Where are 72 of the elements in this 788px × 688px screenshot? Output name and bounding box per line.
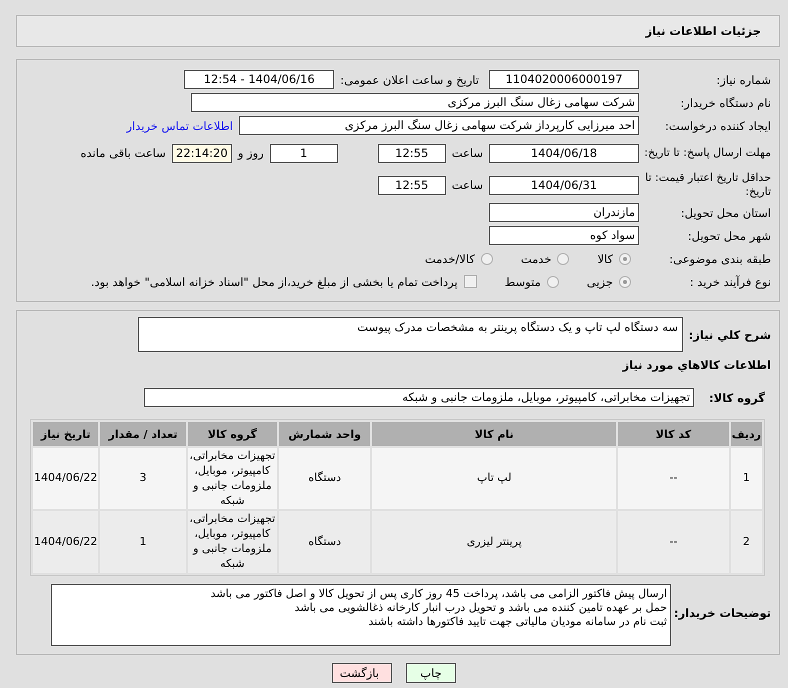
column-header: تعداد / مقدار	[100, 422, 186, 446]
column-header: کد کالا	[618, 422, 729, 446]
table-cell: 1	[100, 511, 186, 573]
field-label: تاریخ و ساعت اعلان عمومی:	[340, 72, 479, 86]
date-field: 1404/06/18	[489, 144, 639, 162]
back-button[interactable]: بازگشت	[332, 662, 392, 683]
column-header: ردیف	[730, 422, 762, 446]
section-title: اطلاعات کالاهاي مورد نياز	[621, 357, 772, 374]
print-button[interactable]: چاپ	[406, 662, 456, 683]
field-label: گروه کالا:	[708, 390, 766, 404]
time-field: 12:55	[378, 176, 446, 194]
table-cell: تجهیزات مخابراتی، کامپیوتر، موبایل، ملزومات جانبی و شبکه	[188, 448, 278, 510]
field-label: روز و	[238, 146, 264, 160]
page-title: جزئیات اطلاعات نیاز	[645, 24, 761, 38]
checkbox[interactable]	[464, 275, 477, 288]
time-field: 12:55	[378, 144, 446, 162]
province-field: مازندران	[489, 203, 639, 222]
buyer-org-field: شرکت سهامی زغال سنگ البرز مرکزی	[191, 93, 639, 112]
table-cell: 1404/06/22	[33, 511, 98, 573]
table-cell: 1404/06/22	[33, 448, 98, 510]
radio-button[interactable]	[546, 276, 559, 288]
radio-label: کالا/خدمت	[424, 252, 475, 266]
table-cell: 3	[100, 448, 186, 510]
remaining-time-field: 22:14:20	[172, 144, 232, 162]
need-number-field: 1104020006000197	[489, 70, 639, 89]
radio-button[interactable]	[557, 252, 570, 264]
field-label: طبقه بندی موضوعی:	[668, 252, 772, 266]
field-label: استان محل تحویل:	[680, 206, 772, 220]
radio-button[interactable]	[480, 252, 493, 264]
days-field: 1	[270, 144, 338, 162]
note-line: ثبت نام در سامانه مودیان مالیاتی جهت تایید فاکتورها داشته باشند	[368, 614, 667, 629]
table-cell: تجهیزات مخابراتی، کامپیوتر، موبایل، ملزومات جانبی و شبکه	[188, 511, 278, 573]
field-label: ایجاد کننده درخواست:	[664, 118, 772, 132]
field-label: ساعت باقی مانده	[80, 146, 166, 160]
radio-label: خدمت	[520, 252, 552, 266]
announce-date-field: 1404/06/16 - 12:54	[184, 70, 334, 89]
table-cell: 2	[730, 511, 762, 573]
table-cell: --	[618, 511, 729, 573]
goods-group-field: تجهیزات مخابراتی، کامپیوتر، موبایل، ملزومات جانبی و شبکه	[144, 388, 694, 407]
field-label: ساعت	[452, 178, 483, 192]
date-field: 1404/06/31	[489, 176, 639, 194]
field-label: شماره نیاز:	[715, 72, 772, 86]
field-label: ساعت	[452, 146, 483, 160]
field-label: شهر محل تحویل:	[686, 228, 772, 242]
checkbox-label: پرداخت تمام یا بخشی از مبلغ خرید،از محل "اسناد خزانه اسلامی" خواهد بود.	[90, 274, 458, 288]
table-cell: --	[618, 448, 729, 510]
city-field: سواد کوه	[489, 226, 639, 245]
table-cell: 1	[730, 448, 762, 510]
note-line: حمل بر عهده تامین کننده می باشد و تحویل درب انبار کارخانه ذغالشویی می باشد	[294, 600, 667, 615]
table-cell: دستگاه	[279, 511, 370, 573]
table-cell: دستگاه	[279, 448, 370, 510]
radio-label: جزیی	[586, 274, 613, 288]
radio-label: کالا	[597, 252, 613, 266]
field-label: توضیحات خریدار:	[672, 604, 772, 620]
table-cell: پرینتر لیزری	[372, 511, 616, 573]
field-label: مهلت ارسال پاسخ: تا تاریخ:	[643, 146, 772, 160]
table-cell: لپ تاپ	[372, 448, 616, 510]
field-label: نوع فرآیند خرید :	[688, 274, 772, 288]
column-header: گروه کالا	[188, 422, 278, 446]
column-header: واحد شمارش	[279, 422, 370, 446]
description-field: سه دستگاه لپ تاپ و یک دستگاه پرینتر به مشخصات مدرک پیوست	[138, 317, 683, 352]
radio-button[interactable]	[619, 276, 631, 288]
contact-link[interactable]: اطلاعات تماس خریدار	[126, 118, 233, 132]
creator-field: احد میرزایی کارپرداز شرکت سهامی زغال سنگ البرز مرکزی	[239, 116, 639, 135]
column-header: نام کالا	[372, 422, 616, 446]
radio-button[interactable]	[619, 252, 631, 264]
field-label: حداقل تاریخ اعتبار قیمت: تا تاریخ:	[644, 171, 772, 199]
field-label: شرح کلي نياز:	[688, 328, 772, 342]
radio-label: متوسط	[504, 274, 541, 288]
note-line: ارسال پیش فاکتور الزامی می باشد، پرداخت 45 روز کاری پس از تحویل کالا و اصل فاکتور می باشد	[210, 586, 667, 601]
column-header: تاریخ نیاز	[33, 422, 98, 446]
field-label: نام دستگاه خریدار:	[679, 96, 772, 110]
